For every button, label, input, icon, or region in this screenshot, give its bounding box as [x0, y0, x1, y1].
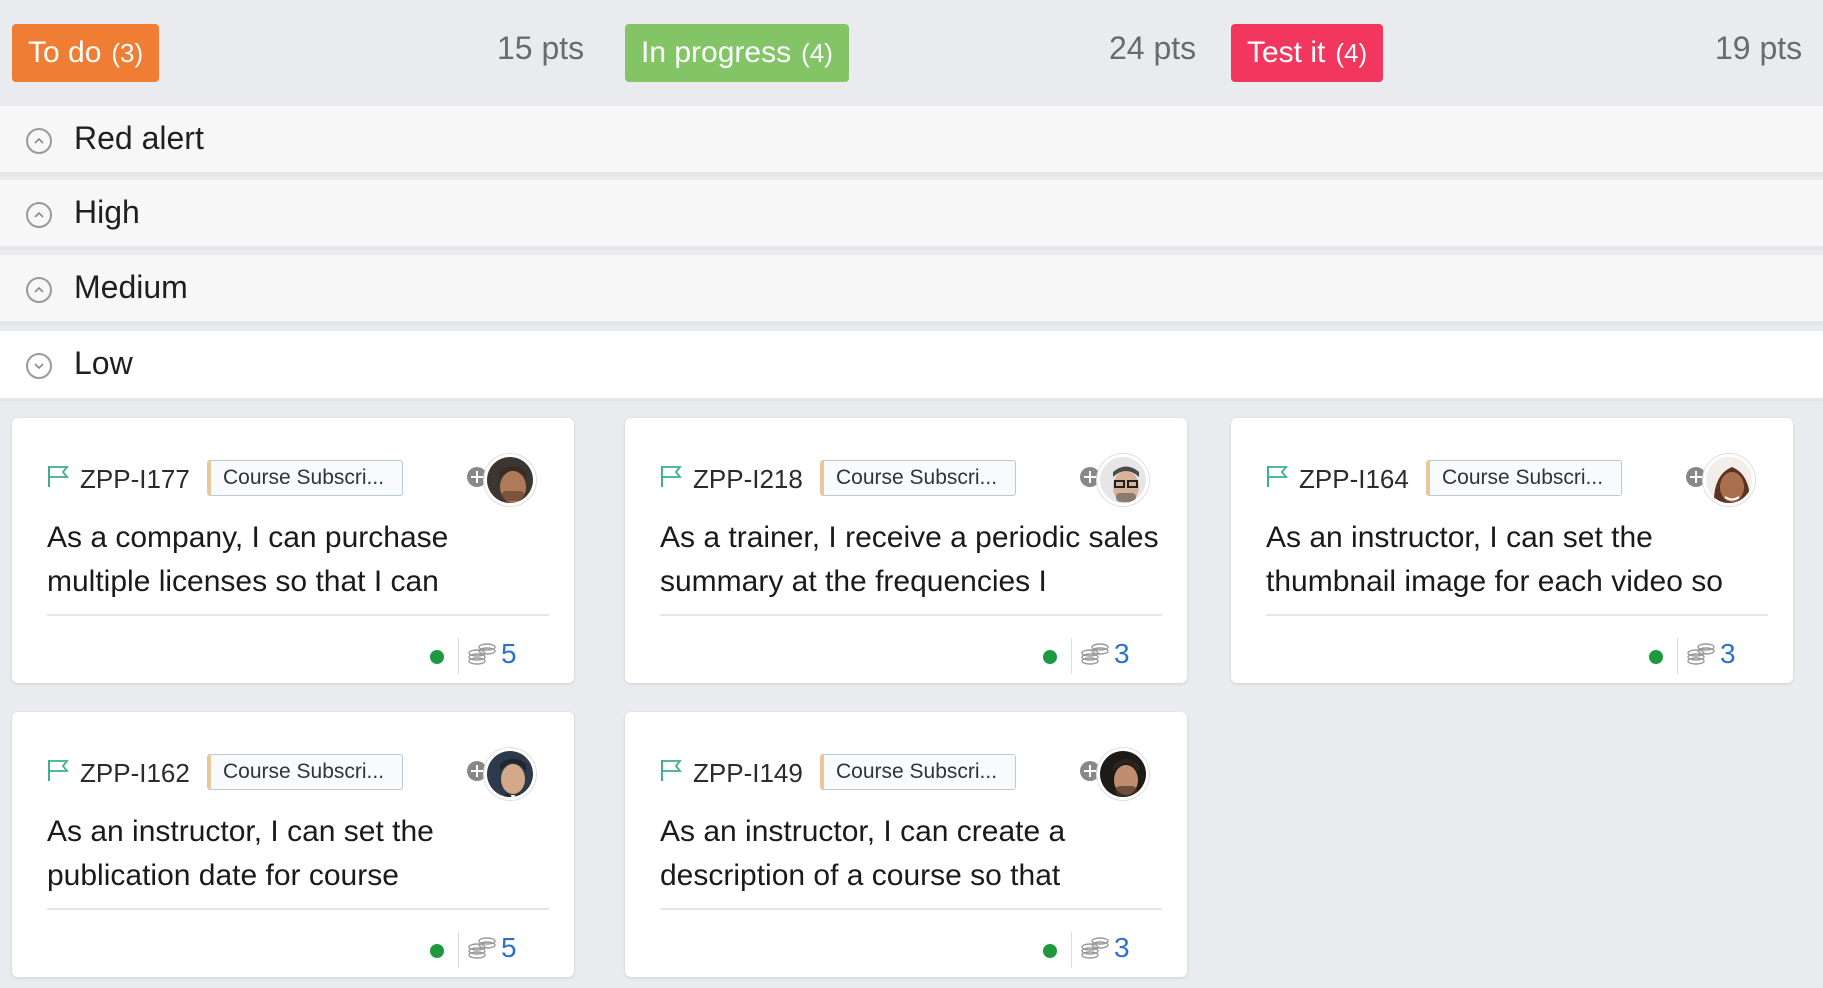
- avatar[interactable]: [484, 748, 536, 800]
- card-summary[interactable]: As an instructor, I can set the publicat…: [47, 810, 547, 898]
- divider: [1071, 638, 1072, 674]
- card-id[interactable]: ZPP-I218: [693, 464, 803, 495]
- epic-tag[interactable]: Course Subscri...: [207, 460, 403, 496]
- swimlane-high[interactable]: High: [0, 180, 1823, 250]
- column-testit-pill[interactable]: Test it (4): [1231, 24, 1384, 82]
- coins-icon: [1687, 643, 1715, 665]
- card-summary[interactable]: As an instructor, I can set the thumbnai…: [1266, 516, 1766, 604]
- column-inprogress-label: In progress: [641, 36, 792, 69]
- chevron-down-icon[interactable]: [26, 353, 52, 379]
- swimlane-medium[interactable]: Medium: [0, 255, 1823, 325]
- story-points: 3: [1114, 932, 1130, 963]
- divider: [458, 932, 459, 968]
- avatar[interactable]: [1097, 748, 1149, 800]
- divider: [1071, 932, 1072, 968]
- story-points: 3: [1720, 638, 1736, 669]
- flag-icon: [661, 466, 682, 487]
- card-summary[interactable]: As a trainer, I receive a periodic sales…: [660, 516, 1160, 604]
- divider: [47, 908, 549, 910]
- divider: [1677, 638, 1678, 674]
- status-dot: [1649, 650, 1663, 664]
- column-todo-label: To do: [28, 36, 102, 69]
- story-points: 3: [1114, 638, 1130, 669]
- story-points: 5: [501, 638, 517, 669]
- card-summary[interactable]: As a company, I can purchase multiple li…: [47, 516, 547, 604]
- card-id[interactable]: ZPP-I162: [80, 758, 190, 789]
- swimlane-label: Medium: [74, 269, 188, 305]
- card-id[interactable]: ZPP-I149: [693, 758, 803, 789]
- column-inprogress-points: 24 pts: [1109, 30, 1197, 66]
- flag-icon: [48, 466, 69, 487]
- status-dot: [1043, 650, 1057, 664]
- chevron-up-icon[interactable]: [26, 202, 52, 228]
- chevron-up-icon[interactable]: [26, 128, 52, 154]
- swimlane-label: High: [74, 194, 140, 230]
- story-points: 5: [501, 932, 517, 963]
- swimlane-low[interactable]: Low: [0, 331, 1823, 401]
- swimlane-label: Red alert: [74, 120, 204, 156]
- story-card[interactable]: ZPP-I164 Course Subscri... As an instruc…: [1231, 418, 1793, 683]
- divider: [1266, 614, 1768, 616]
- column-inprogress-count: (4): [801, 38, 833, 68]
- divider: [660, 908, 1162, 910]
- coins-icon: [1081, 643, 1109, 665]
- status-dot: [430, 944, 444, 958]
- story-card[interactable]: ZPP-I177 Course Subscri... As a company,…: [12, 418, 574, 683]
- chevron-up-icon[interactable]: [26, 277, 52, 303]
- coins-icon: [468, 643, 496, 665]
- column-todo-pill[interactable]: To do (3): [12, 24, 160, 82]
- story-card[interactable]: ZPP-I162 Course Subscri... As an instruc…: [12, 712, 574, 977]
- column-header-bar: To do (3) 15 pts In progress (4) 24 pts Te…: [0, 0, 1823, 106]
- card-id[interactable]: ZPP-I177: [80, 464, 190, 495]
- status-dot: [430, 650, 444, 664]
- epic-tag[interactable]: Course Subscri...: [1426, 460, 1622, 496]
- epic-tag[interactable]: Course Subscri...: [820, 754, 1016, 790]
- coins-icon: [468, 937, 496, 959]
- card-summary[interactable]: As an instructor, I can create a descrip…: [660, 810, 1160, 898]
- coins-icon: [1081, 937, 1109, 959]
- status-dot: [1043, 944, 1057, 958]
- story-card[interactable]: ZPP-I149 Course Subscri... As an instruc…: [625, 712, 1187, 977]
- column-testit-points: 19 pts: [1715, 30, 1803, 66]
- story-card[interactable]: ZPP-I218 Course Subscri... As a trainer,…: [625, 418, 1187, 683]
- divider: [458, 638, 459, 674]
- column-testit-label: Test it: [1247, 36, 1326, 69]
- column-todo-points: 15 pts: [497, 30, 585, 66]
- divider: [660, 614, 1162, 616]
- avatar[interactable]: [1703, 454, 1755, 506]
- flag-icon: [1267, 466, 1288, 487]
- column-todo-count: (3): [111, 38, 144, 68]
- epic-tag[interactable]: Course Subscri...: [820, 460, 1016, 496]
- flag-icon: [48, 760, 69, 781]
- column-inprogress-pill[interactable]: In progress (4): [625, 24, 849, 82]
- swimlane-label: Low: [74, 345, 133, 381]
- flag-icon: [661, 760, 682, 781]
- avatar[interactable]: [484, 454, 536, 506]
- swimlane-red-alert[interactable]: Red alert: [0, 106, 1823, 176]
- avatar[interactable]: [1097, 454, 1149, 506]
- card-id[interactable]: ZPP-I164: [1299, 464, 1409, 495]
- epic-tag[interactable]: Course Subscri...: [207, 754, 403, 790]
- column-testit-count: (4): [1335, 38, 1368, 68]
- divider: [47, 614, 549, 616]
